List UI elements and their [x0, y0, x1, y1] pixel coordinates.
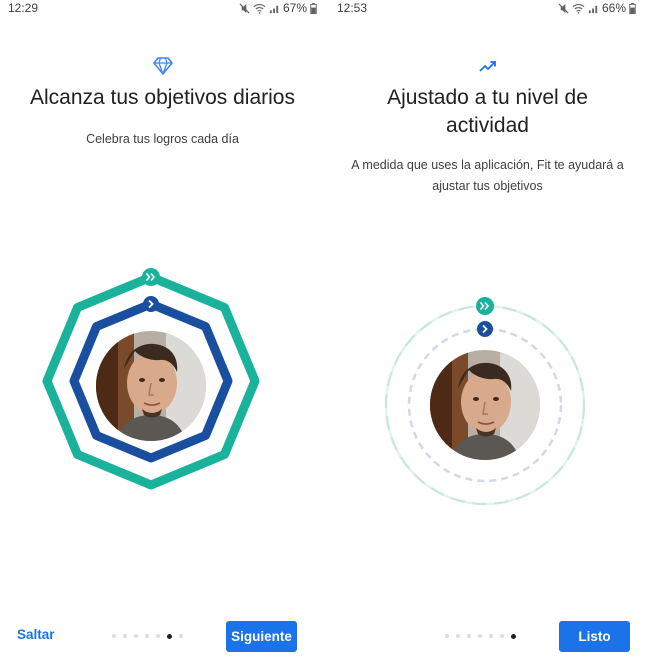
status-time: 12:53	[337, 1, 368, 15]
page-dot	[467, 634, 471, 638]
battery-level: 67%	[282, 1, 307, 15]
page-dot	[145, 634, 149, 638]
battery-level: 66%	[601, 1, 626, 15]
signal-icon	[588, 3, 599, 14]
face-photo	[96, 331, 206, 441]
page-dot	[456, 634, 460, 638]
page-dot	[134, 634, 138, 638]
page-dot	[179, 634, 183, 638]
done-button[interactable]: Listo	[559, 621, 630, 652]
page-dot	[500, 634, 504, 638]
onboarding-screen-activity-level: 12:53 66% Ajustado a tu nivel de activid…	[325, 0, 650, 669]
onboarding-screen-goals: 12:29 67% Alcanza tus objetivos diarios …	[0, 0, 325, 669]
page-dot	[489, 634, 493, 638]
page-subtitle: Celebra tus logros cada día	[86, 132, 239, 146]
status-bar: 12:53 66%	[325, 0, 650, 16]
status-icons: 67%	[239, 1, 317, 15]
move-minutes-badge	[477, 321, 493, 337]
wifi-icon	[253, 3, 266, 14]
page-dot-active	[167, 633, 172, 639]
heart-points-badge	[142, 268, 160, 286]
heart-points-badge	[476, 297, 494, 315]
wifi-icon	[572, 3, 585, 14]
trending-up-icon	[478, 60, 497, 78]
page-indicator	[112, 633, 183, 639]
page-title: Alcanza tus objetivos diarios	[30, 86, 295, 109]
battery-icon	[310, 2, 317, 14]
mute-icon	[239, 2, 250, 14]
goal-rings-illustration	[38, 268, 264, 494]
page-dot-active	[511, 633, 516, 639]
activity-level-illustration	[381, 295, 589, 509]
mute-icon	[558, 2, 569, 14]
page-dot	[478, 634, 482, 638]
page-dot	[123, 634, 127, 638]
skip-button[interactable]: Saltar	[17, 627, 55, 642]
page-indicator	[445, 633, 516, 639]
profile-photo	[96, 331, 206, 441]
bottom-bar: Saltar Siguiente	[0, 621, 325, 669]
profile-photo	[430, 350, 540, 460]
move-minutes-badge	[143, 296, 159, 312]
status-icons: 66%	[558, 1, 636, 15]
page-dot	[112, 634, 116, 638]
next-button[interactable]: Siguiente	[226, 621, 297, 652]
battery-icon	[629, 2, 636, 14]
diamond-icon	[152, 57, 173, 80]
bottom-bar: Listo	[325, 621, 650, 669]
status-bar: 12:29 67%	[0, 0, 325, 16]
page-dot	[445, 634, 449, 638]
page-title: Ajustado a tu nivel de actividad	[387, 86, 588, 137]
page-subtitle: A medida que uses la aplicación, Fit te …	[351, 158, 624, 193]
screens: 12:29 67% Alcanza tus objetivos diarios …	[0, 0, 650, 669]
page-dot	[156, 634, 160, 638]
face-photo	[430, 350, 540, 460]
signal-icon	[269, 3, 280, 14]
status-time: 12:29	[8, 1, 39, 15]
